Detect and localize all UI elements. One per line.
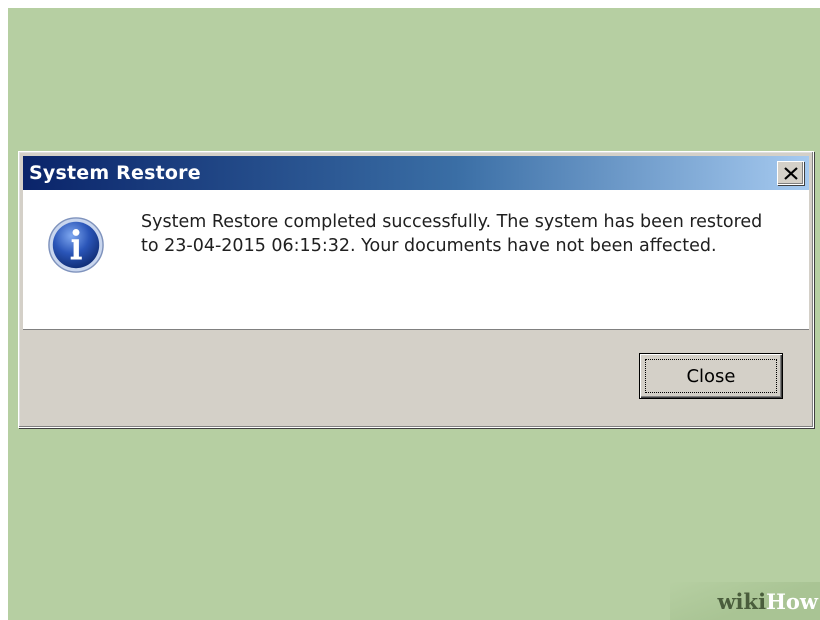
dialog-content: System Restore completed successfully. T… (23, 190, 809, 330)
title-close-button[interactable] (777, 161, 804, 185)
watermark-how: How (766, 588, 818, 614)
dialog-title-bar[interactable]: System Restore (23, 156, 809, 190)
close-icon (783, 166, 798, 180)
information-icon (48, 217, 104, 273)
close-button-label: Close (686, 365, 736, 387)
watermark-wiki: wiki (717, 588, 767, 614)
close-button[interactable]: Close (639, 353, 783, 399)
wikihow-watermark: wiki How (670, 582, 820, 620)
system-restore-dialog: System Restore System Restore completed … (18, 151, 814, 428)
dialog-title: System Restore (29, 162, 201, 184)
dialog-message: System Restore completed successfully. T… (141, 212, 763, 256)
